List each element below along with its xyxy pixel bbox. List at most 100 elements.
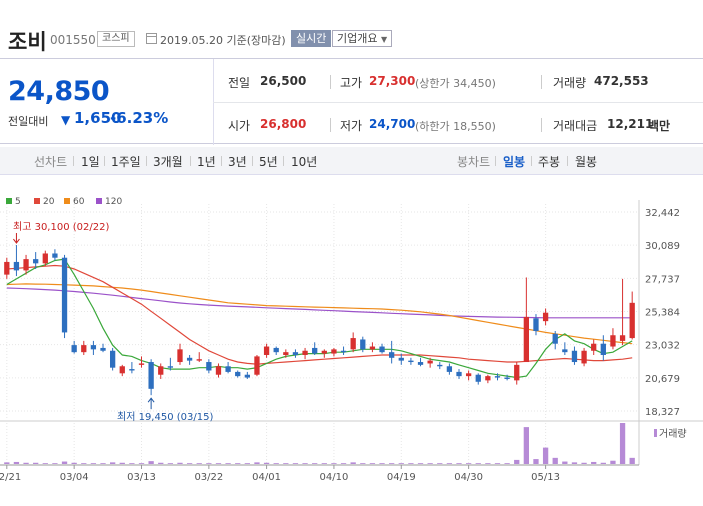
volume-bar [283,463,289,464]
candle-body [523,316,530,363]
volume-bar [475,463,481,464]
candle-body [90,345,97,350]
candle-body [610,335,616,347]
volume-bar [302,463,308,464]
legend-label: 20 [43,197,55,207]
volume-legend-label: 거래량 [659,428,687,440]
candle-body [475,374,481,382]
tab-5year[interactable]: 5년 [259,153,278,170]
volume-bar [177,462,183,464]
candle-body [562,349,568,353]
volume-bar [417,463,424,464]
tab-1year[interactable]: 1년 [197,153,216,170]
candle-body [417,362,424,365]
low-annotation: 최저 19,450 (03/15) [117,411,213,423]
volume-bar [562,461,568,464]
x-axis: 02/21 03/04 03/13 03/22 04/01 04/10 04/19 04/30… [0,465,560,483]
turnover-label: 거래대금 [553,119,598,133]
y-tick-label: 20,679 [645,374,680,385]
candle-body [109,350,116,368]
volume-bar [571,462,578,464]
tab-3year[interactable]: 3년 [228,153,247,170]
candle-body [206,362,212,371]
candle-body [52,253,58,258]
volume-bar [129,463,135,464]
volume-bar [514,459,520,464]
legend-label: 60 [73,197,85,207]
prev-day-label: 전일대비 [8,115,49,128]
candle-body [542,312,549,322]
turnover-unit: 백만 [648,119,671,133]
price-panel: 24,850 전일대비 ▼ 1,650 -6.23% 전일 26,500 고가 … [0,58,703,145]
volume-bar [523,427,530,464]
current-price: 24,850 [8,76,110,107]
candle-body [456,371,462,377]
candle-body [552,333,558,344]
volume-bar [215,463,222,464]
separator [252,156,253,166]
volume-value: 472,553 [594,74,649,88]
stock-header: 조비 001550 코스피 2019.05.20 기준(장마감) 실시간 기업개… [0,0,703,58]
x-tick-label: 02/21 [0,472,21,483]
candle-body [514,364,520,381]
separator [221,156,222,166]
candle-body [61,257,68,333]
candle-body [33,259,39,264]
y-tick-label: 27,737 [645,274,680,285]
volume-bar [42,463,48,464]
candle-body [571,350,578,363]
x-tick-label: 03/13 [127,472,156,483]
x-tick-label: 03/22 [194,472,223,483]
company-overview-dropdown[interactable]: 기업개요 ▼ [332,30,393,47]
x-tick-label: 04/19 [387,472,416,483]
low-value: 24,700 [369,117,416,131]
separator [541,118,542,132]
tab-monthly-candle[interactable]: 월봉 [575,153,597,170]
candle-body [446,366,453,372]
tab-3month[interactable]: 3개월 [153,153,183,170]
candle-body [4,261,10,275]
candle-body [408,360,414,363]
moving-average-lines [6,258,633,379]
y-tick-label: 32,442 [645,208,680,219]
legend-swatch [64,198,70,204]
candle-body [581,350,587,364]
volume-bar [485,463,491,464]
lower-limit: (하한가 18,550) [415,120,496,133]
separator [567,156,568,166]
company-name: 조비 [8,30,47,54]
legend-swatch [6,198,12,204]
candle-body [42,253,48,264]
separator [330,75,331,89]
volume-bar [379,463,385,464]
separator [531,156,532,166]
candle-body [398,357,404,361]
candle-body [13,261,20,271]
candle-body [129,369,135,371]
tab-1day[interactable]: 1일 [81,153,100,170]
tab-10year[interactable]: 10년 [291,153,317,170]
candle-body [321,350,327,354]
line-chart-label: 선차트 [34,155,68,169]
volume-bar [533,459,539,464]
x-tick-label: 03/04 [60,472,89,483]
ma60-line [6,283,633,345]
market-badge: 코스피 [97,31,135,47]
realtime-button[interactable]: 실시간 [291,30,332,47]
candle-body [23,259,29,271]
volume-bar [158,462,164,464]
tab-1week[interactable]: 1주일 [111,153,141,170]
volume-bar [4,462,10,464]
volume-bar [350,462,356,464]
candle-body [244,374,250,378]
tab-daily-candle[interactable]: 일봉 [503,153,525,170]
volume-bar [167,463,174,464]
candle-body [235,371,241,377]
legend-swatch [34,198,40,204]
tab-weekly-candle[interactable]: 주봉 [538,153,560,170]
volume-bar [292,463,299,464]
volume-bar [446,463,453,464]
open-label: 시가 [228,119,251,133]
volume-bar [581,462,587,464]
separator [146,156,147,166]
